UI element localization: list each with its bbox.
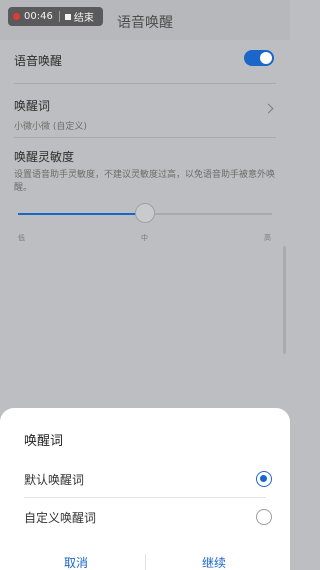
- radio-checked-icon[interactable]: [256, 471, 272, 487]
- scrollbar[interactable]: [283, 246, 286, 354]
- sheet-title: 唤醒词: [24, 434, 64, 449]
- wake-word-sheet: 唤醒词 默认唤醒词 自定义唤醒词 取消 继续: [0, 408, 290, 570]
- divider: [145, 554, 146, 570]
- tick-high: 高: [264, 234, 271, 242]
- wake-word-label: 唤醒词: [14, 99, 51, 113]
- recording-time: 00:46: [24, 11, 53, 22]
- slider-fill: [18, 213, 145, 215]
- sensitivity-section: 唤醒灵敏度 设置语音助手灵敏度，不建议灵敏度过高，以免语音助手被意外唤醒。: [14, 148, 276, 195]
- slider-thumb[interactable]: [135, 203, 155, 223]
- stop-recording-button[interactable]: 结束: [74, 9, 94, 24]
- voice-wakeup-label: 语音唤醒: [14, 54, 63, 68]
- option-custom-wake-word[interactable]: 自定义唤醒词: [24, 499, 272, 535]
- voice-wakeup-row[interactable]: 语音唤醒: [14, 52, 276, 69]
- sensitivity-description: 设置语音助手灵敏度，不建议灵敏度过高，以免语音助手被意外唤醒。: [14, 170, 276, 193]
- divider: [14, 83, 276, 84]
- option-label: 默认唤醒词: [24, 472, 85, 487]
- sheet-buttons: 取消 继续: [0, 554, 290, 570]
- tick-mid: 中: [141, 234, 148, 242]
- screen-recording-indicator[interactable]: 00:46 结束: [8, 7, 103, 26]
- wake-word-value: 小微小微 (自定义): [14, 122, 87, 132]
- toggle-knob: [260, 52, 272, 64]
- tick-low: 低: [18, 234, 25, 242]
- continue-button[interactable]: 继续: [202, 554, 226, 570]
- record-dot-icon: [13, 13, 20, 20]
- option-label: 自定义唤醒词: [24, 510, 97, 525]
- stop-icon: [64, 13, 71, 20]
- divider: [58, 11, 60, 22]
- radio-unchecked-icon[interactable]: [256, 509, 272, 525]
- voice-wakeup-toggle[interactable]: [244, 50, 274, 66]
- option-default-wake-word[interactable]: 默认唤醒词: [24, 461, 272, 497]
- sensitivity-label: 唤醒灵敏度: [14, 150, 75, 164]
- divider: [14, 137, 276, 138]
- divider: [24, 497, 266, 498]
- header: 语音唤醒 00:46 结束: [0, 0, 290, 40]
- sensitivity-slider[interactable]: [18, 203, 272, 223]
- cancel-button[interactable]: 取消: [64, 554, 88, 570]
- wake-word-row[interactable]: 唤醒词 小微小微 (自定义): [14, 97, 276, 132]
